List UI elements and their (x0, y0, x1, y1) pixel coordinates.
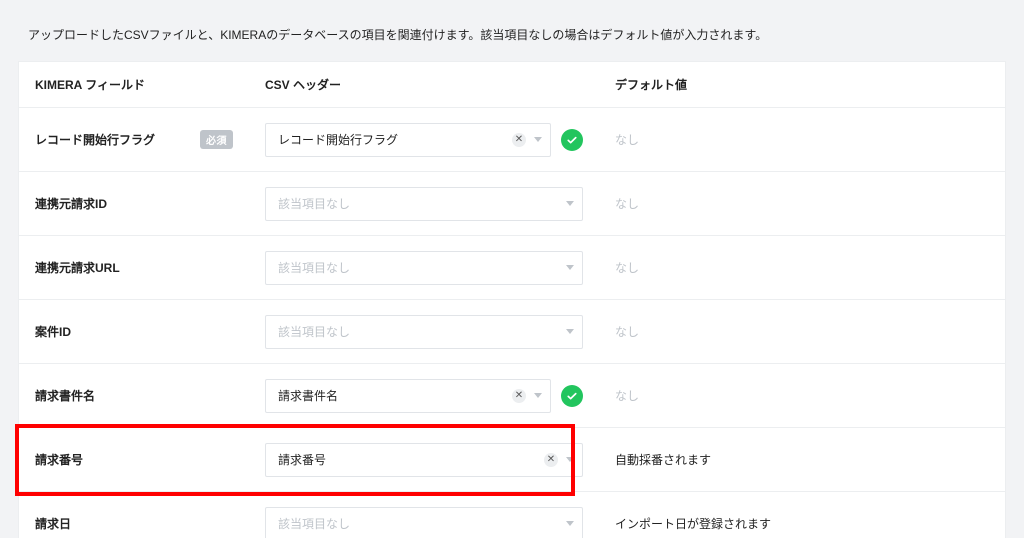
field-cell: 連携元請求ID (19, 181, 249, 226)
select-controls (566, 265, 574, 270)
clear-icon[interactable]: ✕ (512, 389, 526, 403)
select-value: 該当項目なし (278, 515, 350, 532)
csv-header-select[interactable]: 請求番号 ✕ (265, 443, 583, 477)
chevron-down-icon (566, 329, 574, 334)
field-cell: 連携元請求URL (19, 245, 249, 290)
select-controls: ✕ (512, 133, 542, 147)
header-default: デフォルト値 (599, 62, 1005, 107)
chevron-down-icon (566, 201, 574, 206)
field-label: 請求番号 (35, 451, 83, 468)
required-badge: 必須 (200, 130, 233, 149)
default-value: なし (599, 181, 1005, 226)
default-value: 自動採番されます (599, 437, 1005, 482)
clear-icon[interactable]: ✕ (544, 453, 558, 467)
header-field: KIMERA フィールド (19, 62, 249, 107)
field-cell: 請求書件名 (19, 373, 249, 418)
chevron-down-icon (534, 393, 542, 398)
field-cell: 案件ID (19, 309, 249, 354)
table-row: 請求日 該当項目なし インポート日が登録されます (19, 492, 1005, 538)
csv-header-select[interactable]: 該当項目なし (265, 187, 583, 221)
table-row: 連携元請求URL 該当項目なし なし (19, 236, 1005, 300)
select-value: レコード開始行フラグ (278, 131, 398, 148)
table-row: 請求書件名 請求書件名 ✕ なし (19, 364, 1005, 428)
csv-cell: 該当項目なし (249, 177, 599, 231)
chevron-down-icon (566, 265, 574, 270)
field-cell: 請求番号 (19, 437, 249, 482)
default-value: なし (599, 373, 1005, 418)
table-row: 請求番号 請求番号 ✕ 自動採番されます (19, 428, 1005, 492)
select-controls: ✕ (544, 453, 574, 467)
csv-cell: 請求書件名 ✕ (249, 369, 599, 423)
field-label: レコード開始行フラグ (35, 131, 155, 148)
field-label: 連携元請求ID (35, 195, 107, 212)
chevron-down-icon (566, 457, 574, 462)
csv-cell: レコード開始行フラグ ✕ (249, 113, 599, 167)
select-controls (566, 521, 574, 526)
csv-cell: 該当項目なし (249, 305, 599, 359)
chevron-down-icon (566, 521, 574, 526)
table-row: 案件ID 該当項目なし なし (19, 300, 1005, 364)
field-label: 請求日 (35, 515, 71, 532)
select-controls (566, 201, 574, 206)
select-controls (566, 329, 574, 334)
header-csv: CSV ヘッダー (249, 62, 599, 107)
check-icon (561, 385, 583, 407)
field-label: 連携元請求URL (35, 259, 120, 276)
default-value: なし (599, 309, 1005, 354)
mapping-table: KIMERA フィールド CSV ヘッダー デフォルト値 レコード開始行フラグ 必… (18, 61, 1006, 538)
chevron-down-icon (534, 137, 542, 142)
csv-header-select[interactable]: 該当項目なし (265, 315, 583, 349)
field-label: 案件ID (35, 323, 71, 340)
csv-header-select[interactable]: レコード開始行フラグ ✕ (265, 123, 551, 157)
default-value: なし (599, 245, 1005, 290)
table-header: KIMERA フィールド CSV ヘッダー デフォルト値 (19, 62, 1005, 108)
check-icon (561, 129, 583, 151)
select-value: 請求番号 (278, 451, 326, 468)
csv-header-select[interactable]: 該当項目なし (265, 251, 583, 285)
table-row: レコード開始行フラグ 必須 レコード開始行フラグ ✕ なし (19, 108, 1005, 172)
field-label: 請求書件名 (35, 387, 95, 404)
clear-icon[interactable]: ✕ (512, 133, 526, 147)
select-value: 該当項目なし (278, 323, 350, 340)
csv-header-select[interactable]: 該当項目なし (265, 507, 583, 538)
select-value: 該当項目なし (278, 259, 350, 276)
csv-cell: 請求番号 ✕ (249, 433, 599, 487)
intro-text: アップロードしたCSVファイルと、KIMERAのデータベースの項目を関連付けます… (0, 0, 1024, 61)
csv-header-select[interactable]: 請求書件名 ✕ (265, 379, 551, 413)
default-value: インポート日が登録されます (599, 501, 1005, 538)
csv-cell: 該当項目なし (249, 241, 599, 295)
select-value: 請求書件名 (278, 387, 338, 404)
select-value: 該当項目なし (278, 195, 350, 212)
table-row: 連携元請求ID 該当項目なし なし (19, 172, 1005, 236)
csv-cell: 該当項目なし (249, 497, 599, 538)
default-value: なし (599, 117, 1005, 162)
field-cell: レコード開始行フラグ 必須 (19, 116, 249, 163)
field-cell: 請求日 (19, 501, 249, 538)
select-controls: ✕ (512, 389, 542, 403)
